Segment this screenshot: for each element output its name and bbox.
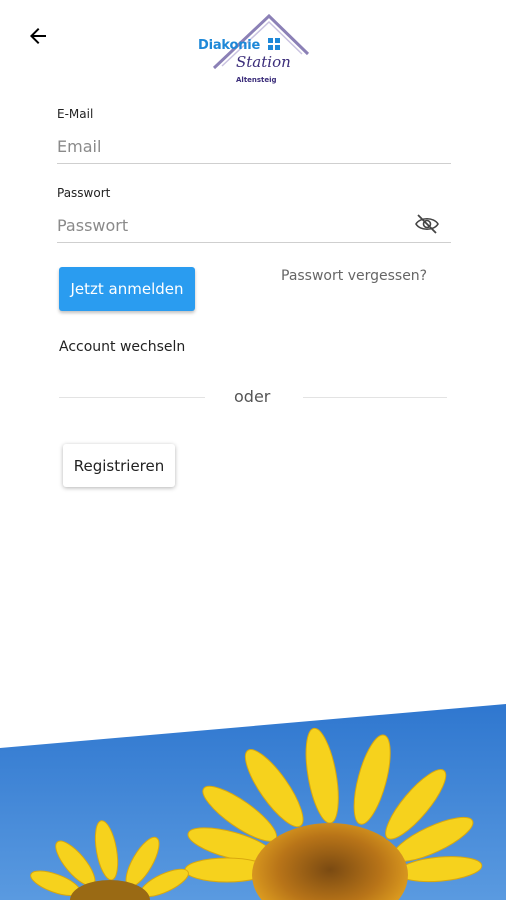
app-logo: Diakonie Station Altensteig: [194, 14, 310, 88]
logo-subtitle: Altensteig: [236, 76, 277, 84]
arrow-left-icon: [30, 28, 46, 44]
password-visibility-toggle[interactable]: [412, 211, 442, 237]
email-label: E-Mail: [57, 107, 94, 121]
eye-off-icon: [415, 214, 439, 234]
divider-right: [303, 397, 447, 398]
forgot-password-link[interactable]: Passwort vergessen?: [281, 268, 427, 284]
divider-label: oder: [234, 387, 271, 406]
password-field[interactable]: [57, 208, 451, 243]
diakonie-cross-icon: [268, 38, 280, 50]
password-label: Passwort: [57, 186, 111, 200]
logo-script: Station: [236, 53, 291, 71]
logo-title: Diakonie: [198, 38, 261, 53]
email-field[interactable]: [57, 129, 451, 164]
register-button[interactable]: Registrieren: [63, 444, 175, 487]
divider-left: [59, 397, 205, 398]
sunflower-photo: [0, 704, 506, 900]
switch-account-link[interactable]: Account wechseln: [59, 339, 185, 355]
login-button[interactable]: Jetzt anmelden: [59, 267, 195, 311]
back-button[interactable]: [22, 20, 54, 52]
